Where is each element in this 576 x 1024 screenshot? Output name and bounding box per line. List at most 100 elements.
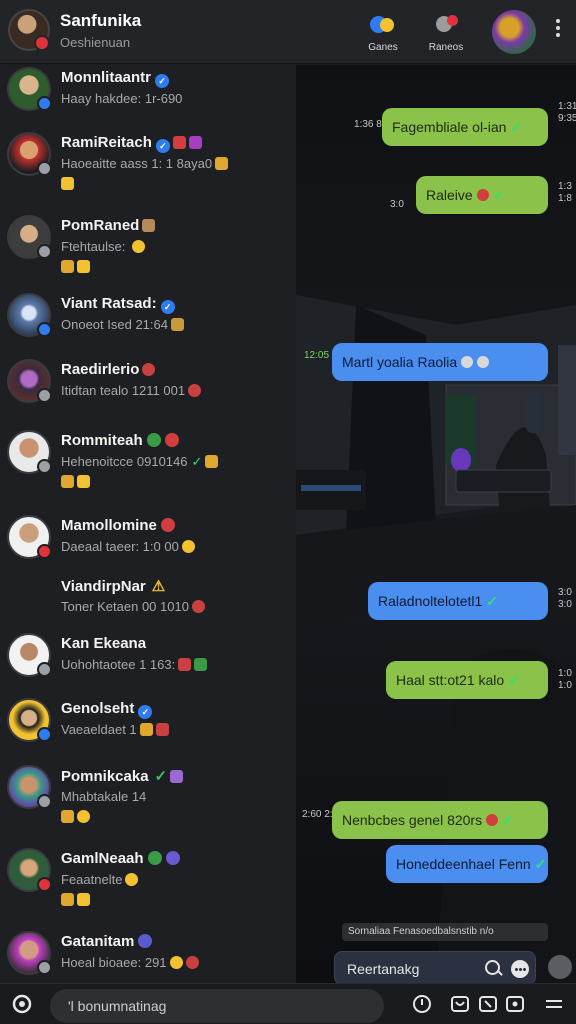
contact-preview: Feaatnelte [61, 872, 123, 887]
ranks-icon [430, 14, 462, 36]
check-icon: ✓ [154, 768, 168, 785]
timer-icon[interactable] [412, 994, 432, 1014]
contact-name: Rommiteah [61, 432, 143, 449]
emoji-icon [77, 810, 90, 823]
message-bubble[interactable]: Fagembliale ol-ian ✓ [382, 108, 548, 146]
message-bubble[interactable]: Honeddeenhael Fenn ✓ [386, 845, 548, 883]
contact-item[interactable]: GamlNeaah Feaatnelte [0, 848, 296, 926]
attach-icon[interactable] [478, 994, 498, 1014]
emoji-picker-icon[interactable] [548, 955, 572, 979]
emoji-icon [131, 240, 145, 253]
chat-pane[interactable]: 1:36 86:81 Fagembliale ol-ian ✓ 1:31 9:35… [296, 65, 576, 983]
contact-item[interactable]: Raedirlerio Itidtan tealo 1211 001 [0, 359, 296, 437]
message-bubble[interactable]: Martl yoalia Raolia [332, 343, 548, 381]
emoji-icon [486, 814, 499, 826]
emoji-icon [61, 893, 74, 906]
contact-preview: Uohohtaotee 1 163: [61, 657, 176, 672]
contact-name: GamlNeaah [61, 850, 144, 867]
avatar [7, 293, 52, 337]
verified-icon: ✓ [155, 74, 169, 88]
search-icon[interactable] [485, 960, 500, 975]
verified-icon: ✓ [155, 139, 170, 153]
contact-name: RamiReitach [61, 134, 152, 151]
contact-preview: Daeaal taeer: 1:0 00 [61, 539, 179, 554]
message-text: Fagembliale ol-ian [392, 119, 507, 135]
emoji-icon [138, 934, 153, 948]
emoji-icon [185, 956, 199, 969]
contact-item[interactable]: Gatanitam Hoeal bioaee: 291 [0, 931, 296, 983]
more-options-icon[interactable] [511, 960, 529, 978]
contact-preview: Toner Ketaen 00 1010 [61, 599, 189, 614]
contact-name: Kan Ekeana [61, 635, 147, 652]
heart-icon[interactable] [450, 994, 470, 1014]
emoji-icon [188, 136, 202, 149]
contact-name: Viant Ratsad: [61, 295, 157, 312]
bottom-bar: 'l bonumnatinag [0, 983, 576, 1024]
read-check-icon: ✓ [492, 187, 505, 203]
emoji-icon [61, 475, 74, 488]
contact-name: Mamollomine [61, 517, 157, 534]
ranks-button[interactable]: Raneos [418, 10, 474, 56]
avatar [7, 931, 52, 975]
emoji-icon [461, 356, 474, 368]
avatar [7, 359, 52, 403]
avatar [7, 848, 52, 892]
app-logo-icon[interactable] [12, 994, 32, 1014]
contact-item[interactable]: PomRaned Ftehtaulse: [0, 215, 296, 293]
emoji-icon [61, 810, 74, 823]
read-check-icon: ✓ [534, 856, 547, 872]
emoji-icon [61, 177, 74, 190]
app-subtitle: Oeshienuan [60, 35, 131, 50]
avatar [7, 633, 52, 677]
message-text: Martl yoalia Raolia [342, 354, 458, 370]
message-text: Raleive [426, 187, 473, 203]
message-text: Haal stt:ot21 kalo [396, 672, 505, 688]
avatar [7, 215, 52, 259]
notification-strip[interactable]: Sornaliaa Fenasoedbalsnstib n/o [342, 923, 548, 941]
warning-icon: ⚠ [151, 578, 166, 595]
contact-item[interactable]: RamiReitach ✓ Haoeaitte aass 1: 1 8aya0 [0, 132, 296, 210]
contact-preview: Itidtan tealo 1211 001 [61, 383, 186, 398]
emoji-icon [77, 893, 90, 906]
message-bubble[interactable]: Haal stt:ot21 kalo ✓ [386, 661, 548, 699]
games-button[interactable]: Ganes [355, 10, 411, 56]
games-label: Ganes [368, 42, 398, 53]
contact-preview: Haoeaitte aass 1: 1 8aya0 [61, 156, 213, 171]
emoji-icon [142, 363, 156, 376]
message-bubble[interactable]: Raladnoltelotetl1 ✓ [368, 582, 548, 620]
emoji-icon [142, 219, 156, 232]
contact-item[interactable]: Pomnikcaka ✓ Mhabtakale 14 [0, 765, 296, 843]
contact-preview: Mhabtakale 14 [61, 789, 147, 804]
contact-name: Monnlitaantr [61, 69, 151, 86]
emoji-icon [170, 770, 184, 783]
message-bubble[interactable]: Nenbcbes genel 820rs ✓ [332, 801, 548, 839]
search-field[interactable]: Reertanakg [334, 951, 536, 983]
sticker-icon[interactable] [505, 994, 525, 1014]
contact-name: Genolseht [61, 700, 135, 717]
emoji-icon [476, 189, 489, 201]
profile-avatar[interactable] [8, 9, 50, 51]
menu-icon[interactable] [544, 994, 564, 1014]
message-bubble[interactable]: Raleive ✓ [416, 176, 548, 214]
search-input[interactable]: Reertanakg [347, 961, 419, 977]
message-text: Honeddeenhael Fenn [396, 856, 531, 872]
read-check-icon: ✓ [502, 812, 514, 828]
emoji-icon [178, 658, 192, 671]
emoji-icon [160, 518, 175, 532]
read-check-icon: ✓ [486, 593, 499, 609]
contact-list[interactable]: Monnlitaantr ✓ Haay hakdee: 1r-690 RamiRe… [0, 65, 296, 983]
message-compose[interactable]: 'l bonumnatinag [50, 989, 384, 1023]
msg-time-right: 1:0 1:0 [558, 668, 572, 691]
contact-name: PomRaned [61, 217, 140, 234]
contact-name: Gatanitam [61, 933, 135, 950]
compose-input[interactable]: 'l bonumnatinag [68, 998, 166, 1014]
emoji-icon [165, 851, 180, 865]
game-avatar[interactable] [492, 10, 536, 54]
emoji-icon [147, 851, 162, 865]
contact-preview: Onoeot Ised 21:64 [61, 317, 168, 332]
read-check-icon: ✓ [510, 119, 523, 135]
contact-name: ViandirpNar [61, 578, 146, 595]
contact-item[interactable]: Rommiteah Hehenoitcce 0910146 ✓ [0, 430, 296, 508]
emoji-icon [125, 873, 139, 886]
more-menu-icon[interactable] [553, 16, 563, 46]
